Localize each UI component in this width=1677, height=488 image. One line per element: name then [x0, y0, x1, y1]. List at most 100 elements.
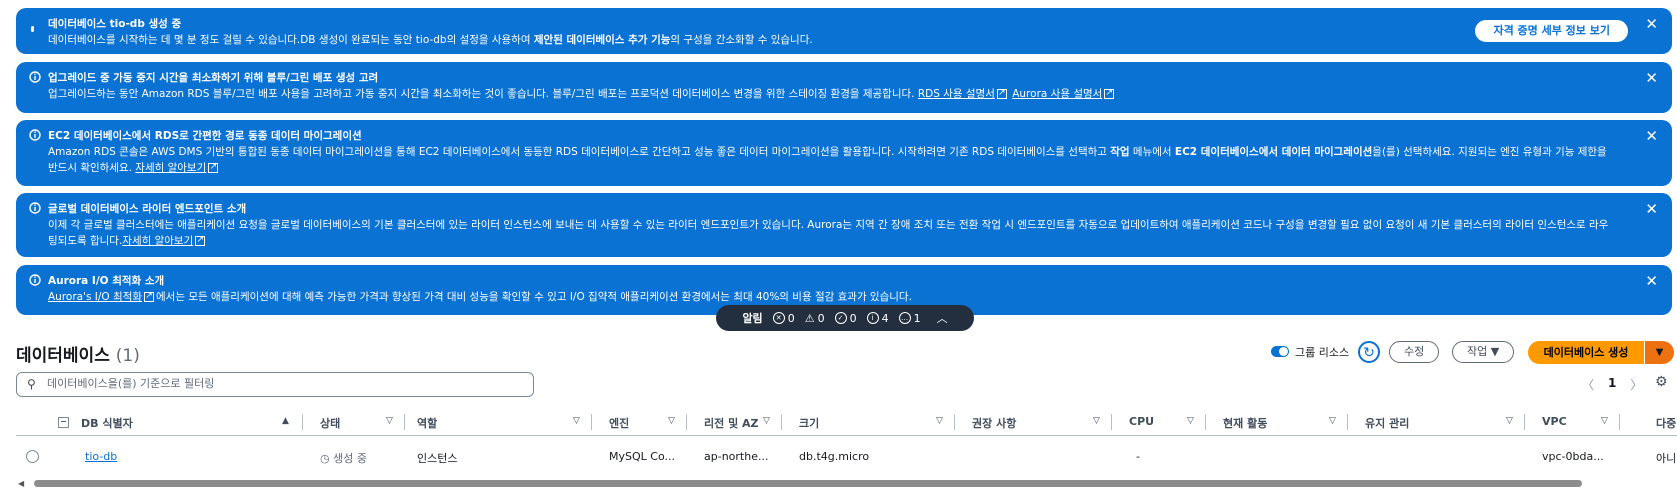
group-resources-label: 그룹 리소스	[1295, 346, 1350, 359]
aurora-guide-link[interactable]: Aurora 사용 설명서	[1012, 88, 1102, 100]
next-page-icon[interactable]: 〉	[1630, 376, 1642, 393]
learn-more-link[interactable]: 자세히 알아보기	[135, 162, 206, 174]
external-link-icon: ↗	[208, 162, 219, 173]
sort-icon[interactable]: ▽	[386, 416, 393, 426]
group-resources-toggle[interactable]	[1271, 346, 1289, 357]
flash-body: Amazon RDS 콘솔은 AWS DMS 기반의 통합된 동종 데이터 마이…	[48, 146, 1607, 174]
in-progress-icon: …	[898, 312, 911, 324]
create-database-button[interactable]: 데이터베이스 생성	[1528, 341, 1644, 364]
vpc-cell: vpc-0bda...	[1542, 450, 1604, 463]
sort-icon[interactable]: ▽	[1601, 416, 1608, 426]
column-header-vpc[interactable]: VPC	[1542, 415, 1567, 428]
column-header-status[interactable]: 상태	[320, 415, 340, 431]
column-divider[interactable]	[1205, 414, 1206, 430]
sort-icon[interactable]: ▽	[1329, 416, 1336, 426]
cpu-cell: -	[1136, 450, 1140, 463]
multi-az-cell: 아니	[1656, 452, 1677, 465]
clock-icon: ◷	[320, 452, 330, 465]
flash-migration: EC2 데이터베이스에서 RDS로 간편한 경로 동종 데이터 마이그레이션 A…	[16, 120, 1672, 186]
column-header-activity[interactable]: 현재 활동	[1223, 415, 1267, 431]
column-header-maintenance[interactable]: 유지 관리	[1365, 415, 1409, 431]
column-divider[interactable]	[686, 414, 687, 430]
region-cell: ap-northe...	[704, 450, 769, 463]
column-divider[interactable]	[954, 414, 955, 430]
column-header-multi-az[interactable]: 다중	[1656, 415, 1676, 431]
column-header-size[interactable]: 크기	[799, 415, 819, 431]
info-icon	[29, 202, 41, 214]
db-count: (1)	[115, 346, 140, 366]
rds-guide-link[interactable]: RDS 사용 설명서	[918, 88, 995, 100]
page-title: 데이터베이스 (1)	[16, 346, 140, 366]
flash-body: 데이터베이스를 시작하는 데 몇 분 정도 걸릴 수 있습니다.DB 생성이 완…	[48, 34, 813, 46]
caret-down-icon: ▼	[1490, 345, 1500, 358]
create-dropdown-button[interactable]: ▼	[1645, 341, 1674, 364]
info-icon	[29, 274, 41, 286]
flash-blue-green: 업그레이드 중 가동 중지 시간을 최소화하기 위해 블루/그린 배포 생성 고…	[16, 62, 1672, 113]
spinner-icon	[31, 26, 34, 32]
flash-title: 업그레이드 중 가동 중지 시간을 최소화하기 위해 블루/그린 배포 생성 고…	[48, 72, 379, 84]
chevron-up-icon[interactable]: ︿	[937, 310, 948, 326]
sort-icon[interactable]: ▽	[1187, 416, 1194, 426]
close-icon[interactable]: ✕	[1645, 16, 1658, 32]
role-cell: 인스턴스	[417, 452, 458, 465]
success-count: ✓ 0	[834, 312, 857, 325]
sort-ascending-icon[interactable]: ▲	[282, 416, 289, 426]
row-select-radio[interactable]	[26, 450, 39, 463]
close-icon[interactable]: ✕	[1645, 70, 1658, 86]
column-divider[interactable]	[1524, 414, 1525, 430]
filter-input[interactable]: ⚲ 데이터베이스을(를) 기준으로 필터링	[16, 372, 534, 397]
sort-icon[interactable]: ▽	[668, 416, 675, 426]
info-icon: i	[866, 312, 879, 324]
column-divider[interactable]	[404, 414, 405, 430]
refresh-button[interactable]: ↻	[1358, 341, 1380, 363]
horizontal-scrollbar[interactable]: ◀	[16, 479, 1677, 488]
notification-bar[interactable]: 알림 ✕ 0 ⚠ 0 ✓ 0 i4 … 1 ︿	[716, 305, 974, 331]
column-divider[interactable]	[1111, 414, 1112, 430]
info-count: i4	[866, 312, 889, 325]
column-header-region[interactable]: 리전 및 AZ	[704, 415, 759, 431]
column-header-db-id[interactable]: DB 식별자	[81, 415, 133, 431]
expand-all-icon[interactable]: −	[58, 417, 69, 428]
column-divider[interactable]	[1619, 414, 1620, 430]
sort-icon[interactable]: ▽	[1093, 416, 1100, 426]
close-icon[interactable]: ✕	[1645, 201, 1658, 217]
view-credentials-button[interactable]: 자격 증명 세부 정보 보기	[1475, 20, 1628, 42]
scroll-left-icon[interactable]: ◀	[18, 479, 24, 488]
status-cell: ◷ 생성 중	[320, 452, 367, 465]
close-icon[interactable]: ✕	[1645, 128, 1658, 144]
actions-button[interactable]: 작업 ▼	[1452, 341, 1515, 363]
column-divider[interactable]	[302, 414, 303, 430]
scrollbar-thumb[interactable]	[34, 480, 1582, 487]
in-progress-count: … 1	[898, 312, 921, 325]
notification-label: 알림	[742, 312, 763, 325]
size-cell: db.t4g.micro	[799, 450, 870, 463]
sort-icon[interactable]: ▽	[763, 416, 770, 426]
search-icon: ⚲	[27, 377, 36, 391]
engine-cell: MySQL Co...	[609, 450, 675, 463]
modify-button[interactable]: 수정	[1389, 341, 1440, 363]
current-page[interactable]: 1	[1608, 376, 1616, 393]
column-header-role[interactable]: 역할	[417, 415, 437, 431]
table-header: − DB 식별자 ▲ 상태 ▽ 역할 ▽ 엔진 ▽ 리전 및 AZ ▽ 크기 ▽…	[16, 411, 1677, 436]
learn-more-link[interactable]: 자세히 알아보기	[122, 235, 193, 247]
sort-icon[interactable]: ▽	[1506, 416, 1513, 426]
close-icon[interactable]: ✕	[1645, 273, 1658, 289]
external-link-icon: ↗	[996, 88, 1007, 99]
sort-icon[interactable]: ▽	[936, 416, 943, 426]
flash-title: 데이터베이스 tio-db 생성 중	[48, 18, 182, 30]
sort-icon[interactable]: ▽	[573, 416, 580, 426]
aurora-io-link[interactable]: Aurora's I/O 최적화	[48, 291, 142, 303]
pagination: 〈 1 〉	[1582, 376, 1642, 393]
previous-page-icon[interactable]: 〈	[1582, 376, 1594, 393]
column-divider[interactable]	[591, 414, 592, 430]
db-identifier-link[interactable]: tio-db	[85, 450, 117, 463]
column-divider[interactable]	[781, 414, 782, 430]
flash-title: Aurora I/O 최적화 소개	[48, 275, 165, 287]
gear-icon[interactable]: ⚙	[1655, 374, 1668, 390]
info-icon	[29, 129, 41, 141]
column-header-recommendations[interactable]: 권장 사항	[972, 415, 1016, 431]
column-header-cpu[interactable]: CPU	[1129, 415, 1154, 428]
error-count: ✕ 0	[772, 312, 795, 325]
column-divider[interactable]	[1347, 414, 1348, 430]
column-header-engine[interactable]: 엔진	[609, 415, 629, 431]
